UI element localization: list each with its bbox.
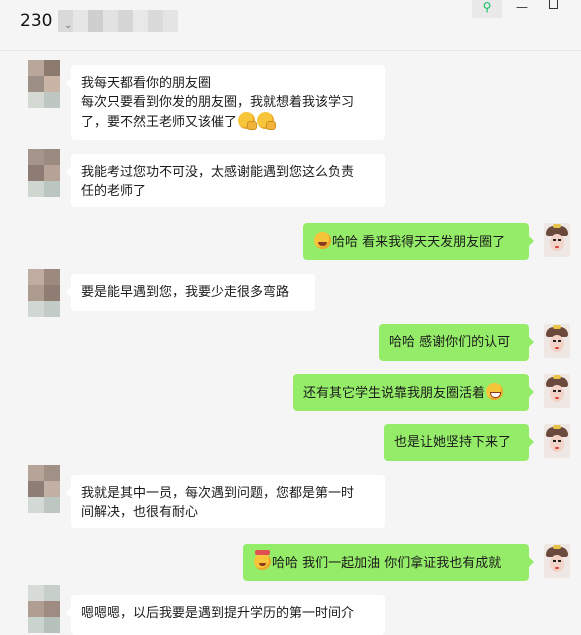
avatar[interactable] — [544, 544, 570, 578]
message-bubble-incoming[interactable]: 嗯嗯嗯，以后我要是遇到提升学历的第一时间介 — [66, 595, 385, 635]
message-bubble-outgoing[interactable]: 哈哈 看来我得天天发朋友圈了 — [303, 223, 534, 260]
chat-area[interactable]: 我每天都看你的朋友圈 每次只要看到你发的朋友圈，我就想着我该学习 了，要不然王老… — [0, 51, 581, 635]
message-text-line: 要是能早遇到您，我要少走很多弯路 — [81, 285, 290, 300]
message-text-line: 我就是其中一员，每次遇到问题，您都是第一时 — [81, 486, 355, 501]
message-text-line: 哈哈 我们一起加油 你们拿证我也有成就 — [272, 556, 502, 571]
hand-over-mouth-emoji — [257, 112, 277, 130]
cheering-emoji — [254, 550, 271, 570]
message-text-line: 我能考过您功不可没，太感谢能遇到您这么负责 — [81, 165, 355, 180]
hand-over-mouth-emoji — [238, 112, 258, 130]
title-bar: 230 ⌄ ⚲ — — [0, 0, 581, 51]
avatar[interactable] — [28, 149, 60, 197]
blurred-title-text — [58, 10, 178, 32]
minimize-button[interactable]: — — [514, 0, 530, 18]
message-bubble-incoming[interactable]: 要是能早遇到您，我要少走很多弯路 — [66, 274, 315, 311]
avatar[interactable] — [544, 374, 570, 408]
message-bubble-incoming[interactable]: 我就是其中一员，每次遇到问题，您都是第一时 间解决，也很有耐心 — [66, 475, 385, 528]
avatar[interactable] — [544, 223, 570, 257]
message-bubble-outgoing[interactable]: 还有其它学生说靠我朋友圈活着 — [293, 374, 534, 411]
chat-title: 230 — [20, 11, 53, 31]
message-text-line: 了，要不然王老师又该催了 — [81, 115, 238, 130]
message-text-line: 我每天都看你的朋友圈 — [81, 76, 212, 91]
message-text-line: 还有其它学生说靠我朋友圈活着 — [303, 386, 486, 401]
laughing-emoji — [314, 232, 331, 249]
message-bubble-outgoing[interactable]: 也是让她坚持下来了 — [384, 424, 534, 461]
message-bubble-outgoing[interactable]: 哈哈 感谢你们的认可 — [379, 324, 534, 361]
message-text-line: 间解决，也很有耐心 — [81, 505, 199, 520]
avatar[interactable] — [28, 60, 60, 108]
avatar[interactable] — [544, 424, 570, 458]
message-text-line: 嗯嗯嗯，以后我要是遇到提升学历的第一时间介 — [81, 606, 355, 621]
message-text-line: 任的老师了 — [81, 184, 147, 199]
avatar[interactable] — [544, 324, 570, 358]
message-text-line: 也是让她坚持下来了 — [394, 435, 512, 450]
pin-icon[interactable]: ⚲ — [472, 0, 502, 18]
message-text-line: 每次只要看到你发的朋友圈，我就想着我该学习 — [81, 95, 355, 110]
message-bubble-outgoing[interactable]: 哈哈 我们一起加油 你们拿证我也有成就 — [243, 544, 534, 581]
avatar[interactable] — [28, 585, 60, 633]
message-text-line: 哈哈 感谢你们的认可 — [389, 335, 511, 350]
grinning-emoji — [486, 383, 504, 400]
avatar[interactable] — [28, 269, 60, 317]
message-text-line: 哈哈 看来我得天天发朋友圈了 — [332, 235, 506, 250]
avatar[interactable] — [28, 465, 60, 513]
message-bubble-incoming[interactable]: 我能考过您功不可没，太感谢能遇到您这么负责 任的老师了 — [66, 154, 385, 207]
message-bubble-incoming[interactable]: 我每天都看你的朋友圈 每次只要看到你发的朋友圈，我就想着我该学习 了，要不然王老… — [66, 65, 385, 140]
maximize-button[interactable] — [545, 0, 561, 18]
chevron-down-icon[interactable]: ⌄ — [64, 20, 72, 31]
